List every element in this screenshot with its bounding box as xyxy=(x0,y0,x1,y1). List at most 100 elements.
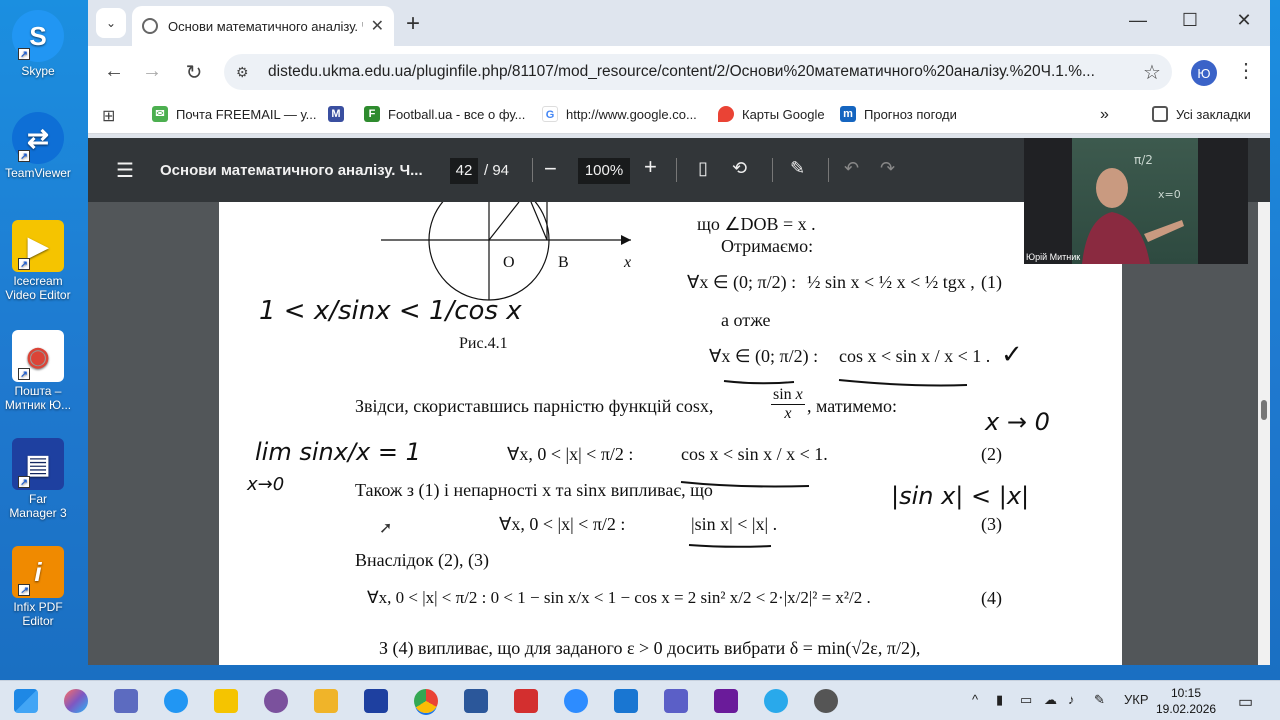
tex-icon[interactable] xyxy=(714,689,738,713)
mail-icon: ✉ xyxy=(152,106,168,122)
far-manager-taskbar-icon[interactable] xyxy=(364,689,388,713)
apps-grid-icon[interactable]: ⊞ xyxy=(102,106,115,126)
toolbar-divider xyxy=(532,158,533,182)
calculator-icon[interactable] xyxy=(114,689,138,713)
toolbar-divider xyxy=(772,158,773,182)
svg-text:x=0: x=0 xyxy=(1158,188,1181,201)
desktop-icon-teamviewer[interactable]: ⇄ ↗ TeamViewer xyxy=(4,112,72,180)
mouse-cursor-icon: ➚ xyxy=(379,520,393,537)
bookmark-item[interactable]: M xyxy=(328,106,352,122)
zoom-in-button[interactable]: + xyxy=(644,154,657,180)
clock-time: 10:15 xyxy=(1170,686,1202,700)
desktop-icon-label: TeamViewer xyxy=(5,166,71,180)
forward-button[interactable]: → xyxy=(138,60,166,83)
maximize-button[interactable]: ☐ xyxy=(1170,10,1210,31)
redo-icon[interactable]: ↷ xyxy=(880,158,895,179)
webcam-overlay[interactable]: π/2 x=0 Юрій Митник xyxy=(1024,138,1248,264)
minimize-button[interactable]: — xyxy=(1118,10,1158,31)
bookmark-item[interactable]: m Прогноз погоди xyxy=(840,106,957,122)
pdf-scrollbar[interactable] xyxy=(1258,202,1270,665)
start-button-icon[interactable] xyxy=(14,689,38,713)
whiteboard-icon[interactable] xyxy=(614,689,638,713)
network-icon[interactable]: ▭ xyxy=(1020,692,1032,708)
copilot-icon[interactable] xyxy=(64,689,88,713)
folder-icon xyxy=(1152,106,1168,122)
pdf-tool-icon[interactable] xyxy=(514,689,538,713)
icecream-taskbar-icon[interactable] xyxy=(214,689,238,713)
cloud-icon[interactable]: ☁ xyxy=(1044,692,1057,708)
tray-chevron-icon[interactable]: ^ xyxy=(972,692,978,707)
teams-icon[interactable] xyxy=(664,689,688,713)
zoom-icon[interactable] xyxy=(564,689,588,713)
desktop-icon-label: Far Manager 3 xyxy=(9,492,67,520)
desktop-icon-far-manager[interactable]: ▤ ↗ Far Manager 3 xyxy=(4,438,72,520)
volume-icon[interactable]: ♪ xyxy=(1068,692,1075,707)
tab-strip: ⌄ Основи математичного аналізу. Ч ✕ + — … xyxy=(88,0,1270,46)
chevron-down-icon: ⌄ xyxy=(105,16,117,30)
bookmarks-bar: ⊞ ✉ Почта FREEMAIL — у... M F Football.u… xyxy=(88,98,1270,134)
address-bar[interactable]: ⚙ distedu.ukma.edu.ua/pluginfile.php/811… xyxy=(224,54,1172,90)
tab-active[interactable]: Основи математичного аналізу. Ч ✕ xyxy=(132,6,394,46)
menu-kebab-icon[interactable]: ⋮ xyxy=(1236,58,1256,83)
globe-icon xyxy=(142,18,158,34)
zoom-input[interactable]: 100% xyxy=(578,158,630,184)
skype-taskbar-icon[interactable] xyxy=(164,689,188,713)
fit-page-icon[interactable]: ▯ xyxy=(698,158,708,179)
battery-icon[interactable]: ▮ xyxy=(996,692,1003,708)
undo-icon[interactable]: ↶ xyxy=(844,158,859,179)
browser-toolbar: ← → ↻ ⚙ distedu.ukma.edu.ua/pluginfile.p… xyxy=(88,46,1270,98)
file-explorer-icon[interactable] xyxy=(314,689,338,713)
chrome-taskbar-icon[interactable] xyxy=(414,689,438,713)
close-tab-icon[interactable]: ✕ xyxy=(371,16,384,36)
zoom-out-button[interactable]: − xyxy=(544,156,557,182)
browser-window: ⌄ Основи математичного аналізу. Ч ✕ + — … xyxy=(88,0,1270,665)
notification-icon[interactable]: ▭ xyxy=(1238,692,1253,712)
handwriting-limit-sub: x→0 xyxy=(247,474,285,495)
new-tab-button[interactable]: + xyxy=(406,10,420,38)
more-bookmarks-icon[interactable]: » xyxy=(1100,106,1109,124)
svg-text:π/2: π/2 xyxy=(1134,153,1153,167)
bookmark-label: Почта FREEMAIL — у... xyxy=(176,106,317,122)
icecream-icon: ▶ ↗ xyxy=(12,220,64,272)
desktop-icon-skype[interactable]: S ↗ Skype xyxy=(4,10,72,78)
all-bookmarks[interactable]: Усі закладки xyxy=(1152,106,1251,122)
mv-logo-icon: M xyxy=(328,106,344,122)
pdf-menu-icon[interactable]: ☰ xyxy=(116,158,134,183)
bookmark-item[interactable]: Карты Google xyxy=(718,106,825,122)
clock[interactable]: 10:15 19.02.2026 xyxy=(1156,685,1216,717)
language-indicator[interactable]: УКР xyxy=(1124,692,1149,707)
handwriting-limit: lim sinx/x = 1 xyxy=(255,438,421,466)
pdf-viewport[interactable]: O B x Рис.4.1 що ∠DOB = x . Отримаємо: ∀… xyxy=(88,202,1270,665)
bookmark-item[interactable]: F Football.ua - все о фу... xyxy=(364,106,525,122)
close-window-button[interactable]: ✕ xyxy=(1224,10,1264,31)
word-icon[interactable] xyxy=(464,689,488,713)
reload-button[interactable]: ↻ xyxy=(180,60,208,85)
back-button[interactable]: ← xyxy=(100,60,128,83)
handwriting-inequality: 1 < x/sinx < 1/cos x xyxy=(259,296,522,326)
clock-date: 19.02.2026 xyxy=(1156,702,1217,716)
profile-avatar[interactable]: Ю xyxy=(1191,60,1217,86)
page-number-input[interactable]: 42 xyxy=(450,158,478,184)
desktop-icon-infix[interactable]: i ↗ Infix PDF Editor xyxy=(4,546,72,628)
bookmark-item[interactable]: G http://www.google.co... xyxy=(542,106,697,122)
site-info-icon[interactable]: ⚙ xyxy=(236,64,258,81)
scrollbar-thumb[interactable] xyxy=(1261,400,1267,420)
skype-icon: S ↗ xyxy=(12,10,64,62)
annotate-icon[interactable]: ✎ xyxy=(790,158,805,179)
pen-icon[interactable]: ✎ xyxy=(1094,692,1105,708)
desktop-icon-icecream[interactable]: ▶ ↗ Icecream Video Editor xyxy=(4,220,72,302)
bookmark-item[interactable]: ✉ Почта FREEMAIL — у... xyxy=(152,106,317,122)
desktop-icon-label: Icecream Video Editor xyxy=(5,274,71,302)
telegram-icon[interactable] xyxy=(764,689,788,713)
desktop-icon-label: Пошта – Митник Ю... xyxy=(4,384,72,412)
bookmark-star-icon[interactable]: ☆ xyxy=(1132,60,1172,85)
desktop-icon-chrome-mail[interactable]: ◉ ↗ Пошта – Митник Ю... xyxy=(4,330,72,412)
url-text[interactable]: distedu.ukma.edu.ua/pluginfile.php/81107… xyxy=(268,63,1132,81)
rotate-icon[interactable]: ⟲ xyxy=(732,158,747,179)
tab-search-button[interactable]: ⌄ xyxy=(96,8,126,38)
taskbar: ^ ▮ ▭ ☁ ♪ ✎ УКР 10:15 19.02.2026 ▭ xyxy=(0,680,1280,720)
viber-icon[interactable] xyxy=(264,689,288,713)
settings-gear-icon[interactable] xyxy=(814,689,838,713)
toolbar-divider xyxy=(676,158,677,182)
weather-icon: m xyxy=(840,106,856,122)
